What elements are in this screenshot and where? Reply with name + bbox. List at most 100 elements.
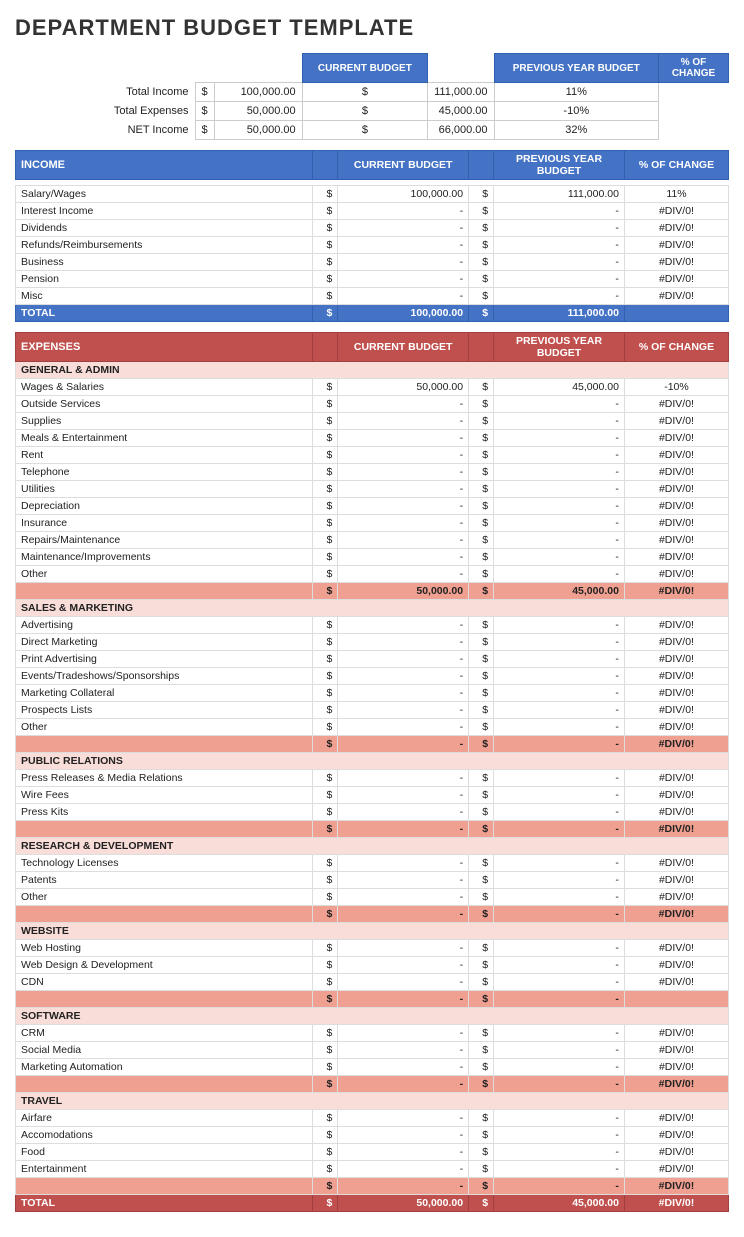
summary-pct: -10% <box>494 102 658 121</box>
subtotal-pct: #DIV/0! <box>624 1178 728 1195</box>
expense-curr-val: - <box>338 855 469 872</box>
expense-subtotal-row: $ 50,000.00 $ 45,000.00 #DIV/0! <box>16 583 729 600</box>
expense-prev-val: - <box>494 651 625 668</box>
income-row-label: Pension <box>16 271 313 288</box>
expense-row: Maintenance/Improvements $ - $ - #DIV/0! <box>16 549 729 566</box>
expenses-table: EXPENSES CURRENT BUDGET PREVIOUS YEAR BU… <box>15 332 729 1212</box>
subsection-name: TRAVEL <box>16 1093 729 1110</box>
expense-prev-val: - <box>494 447 625 464</box>
subtotal-pct: #DIV/0! <box>624 906 728 923</box>
expense-row: Web Hosting $ - $ - #DIV/0! <box>16 940 729 957</box>
summary-header-current: CURRENT BUDGET <box>302 54 428 83</box>
income-row: Interest Income $ - $ - #DIV/0! <box>16 203 729 220</box>
expense-pct: #DIV/0! <box>624 481 728 498</box>
subsection-name: RESEARCH & DEVELOPMENT <box>16 838 729 855</box>
expense-row-label: Wages & Salaries <box>16 379 313 396</box>
income-curr-val: - <box>338 254 469 271</box>
income-total-row: TOTAL $ 100,000.00 $ 111,000.00 <box>16 305 729 322</box>
subsection-name: GENERAL & ADMIN <box>16 362 729 379</box>
expenses-subsection-header: TRAVEL <box>16 1093 729 1110</box>
expense-row: Prospects Lists $ - $ - #DIV/0! <box>16 702 729 719</box>
summary-prev-sign: $ <box>302 121 428 140</box>
expense-pct: #DIV/0! <box>624 549 728 566</box>
grand-total-prev: 45,000.00 <box>494 1195 625 1212</box>
income-curr-val: - <box>338 288 469 305</box>
expenses-grand-total-row: TOTAL $ 50,000.00 $ 45,000.00 #DIV/0! <box>16 1195 729 1212</box>
subtotal-curr: 50,000.00 <box>338 583 469 600</box>
summary-prev-val: 45,000.00 <box>428 102 494 121</box>
expense-row: Utilities $ - $ - #DIV/0! <box>16 481 729 498</box>
expense-row-label: Other <box>16 566 313 583</box>
subtotal-curr: - <box>338 821 469 838</box>
expense-prev-val: - <box>494 940 625 957</box>
income-pct: #DIV/0! <box>624 220 728 237</box>
income-row: Misc $ - $ - #DIV/0! <box>16 288 729 305</box>
expense-row: Entertainment $ - $ - #DIV/0! <box>16 1161 729 1178</box>
income-curr-sign: $ <box>313 271 338 288</box>
expense-pct: #DIV/0! <box>624 566 728 583</box>
income-curr-sign: $ <box>313 288 338 305</box>
income-curr-val: 100,000.00 <box>338 186 469 203</box>
expense-row-label: Prospects Lists <box>16 702 313 719</box>
income-prev-val: - <box>494 237 625 254</box>
expense-prev-val: - <box>494 1042 625 1059</box>
summary-label: Total Income <box>15 83 195 102</box>
expense-prev-val: - <box>494 804 625 821</box>
expense-prev-val: - <box>494 974 625 991</box>
summary-pct: 11% <box>494 83 658 102</box>
subtotal-prev: - <box>494 736 625 753</box>
subsection-name: SOFTWARE <box>16 1008 729 1025</box>
expense-curr-val: - <box>338 464 469 481</box>
expense-prev-val: - <box>494 1161 625 1178</box>
income-pct: #DIV/0! <box>624 254 728 271</box>
expense-curr-val: - <box>338 447 469 464</box>
expense-pct: #DIV/0! <box>624 396 728 413</box>
expense-row-label: Utilities <box>16 481 313 498</box>
income-row-label: Dividends <box>16 220 313 237</box>
expense-pct: #DIV/0! <box>624 634 728 651</box>
expense-pct: #DIV/0! <box>624 1059 728 1076</box>
expense-curr-val: - <box>338 651 469 668</box>
income-prev-val: - <box>494 288 625 305</box>
expense-pct: #DIV/0! <box>624 617 728 634</box>
expense-row-label: Advertising <box>16 617 313 634</box>
expense-prev-val: - <box>494 1127 625 1144</box>
expense-row-label: Marketing Collateral <box>16 685 313 702</box>
expense-curr-val: - <box>338 413 469 430</box>
income-row-label: Salary/Wages <box>16 186 313 203</box>
expense-row-label: Social Media <box>16 1042 313 1059</box>
income-row: Pension $ - $ - #DIV/0! <box>16 271 729 288</box>
summary-prev-sign: $ <box>302 102 428 121</box>
expense-curr-val: - <box>338 957 469 974</box>
expense-pct: #DIV/0! <box>624 957 728 974</box>
income-curr-sign: $ <box>313 186 338 203</box>
expense-row: Marketing Collateral $ - $ - #DIV/0! <box>16 685 729 702</box>
expense-row: Advertising $ - $ - #DIV/0! <box>16 617 729 634</box>
expense-row-label: Outside Services <box>16 396 313 413</box>
subtotal-pct: #DIV/0! <box>624 583 728 600</box>
expense-pct: #DIV/0! <box>624 498 728 515</box>
expense-row: Food $ - $ - #DIV/0! <box>16 1144 729 1161</box>
expenses-subsection-header: GENERAL & ADMIN <box>16 362 729 379</box>
income-section-title: INCOME <box>16 151 313 180</box>
income-header-pct: % OF CHANGE <box>624 151 728 180</box>
expense-row: Other $ - $ - #DIV/0! <box>16 719 729 736</box>
expense-prev-val: - <box>494 1110 625 1127</box>
expense-row: Print Advertising $ - $ - #DIV/0! <box>16 651 729 668</box>
expense-row-label: Airfare <box>16 1110 313 1127</box>
expense-row: Press Releases & Media Relations $ - $ -… <box>16 770 729 787</box>
expense-curr-val: - <box>338 1025 469 1042</box>
expense-prev-val: - <box>494 549 625 566</box>
expense-row-label: Patents <box>16 872 313 889</box>
income-prev-val: - <box>494 203 625 220</box>
income-curr-val: - <box>338 237 469 254</box>
expense-row: Other $ - $ - #DIV/0! <box>16 566 729 583</box>
expense-pct: #DIV/0! <box>624 413 728 430</box>
expense-prev-val: - <box>494 515 625 532</box>
expenses-header-pct: % OF CHANGE <box>624 333 728 362</box>
summary-prev-val: 66,000.00 <box>428 121 494 140</box>
expense-row: Depreciation $ - $ - #DIV/0! <box>16 498 729 515</box>
expense-prev-val: - <box>494 685 625 702</box>
expense-row: Meals & Entertainment $ - $ - #DIV/0! <box>16 430 729 447</box>
expense-curr-val: - <box>338 889 469 906</box>
